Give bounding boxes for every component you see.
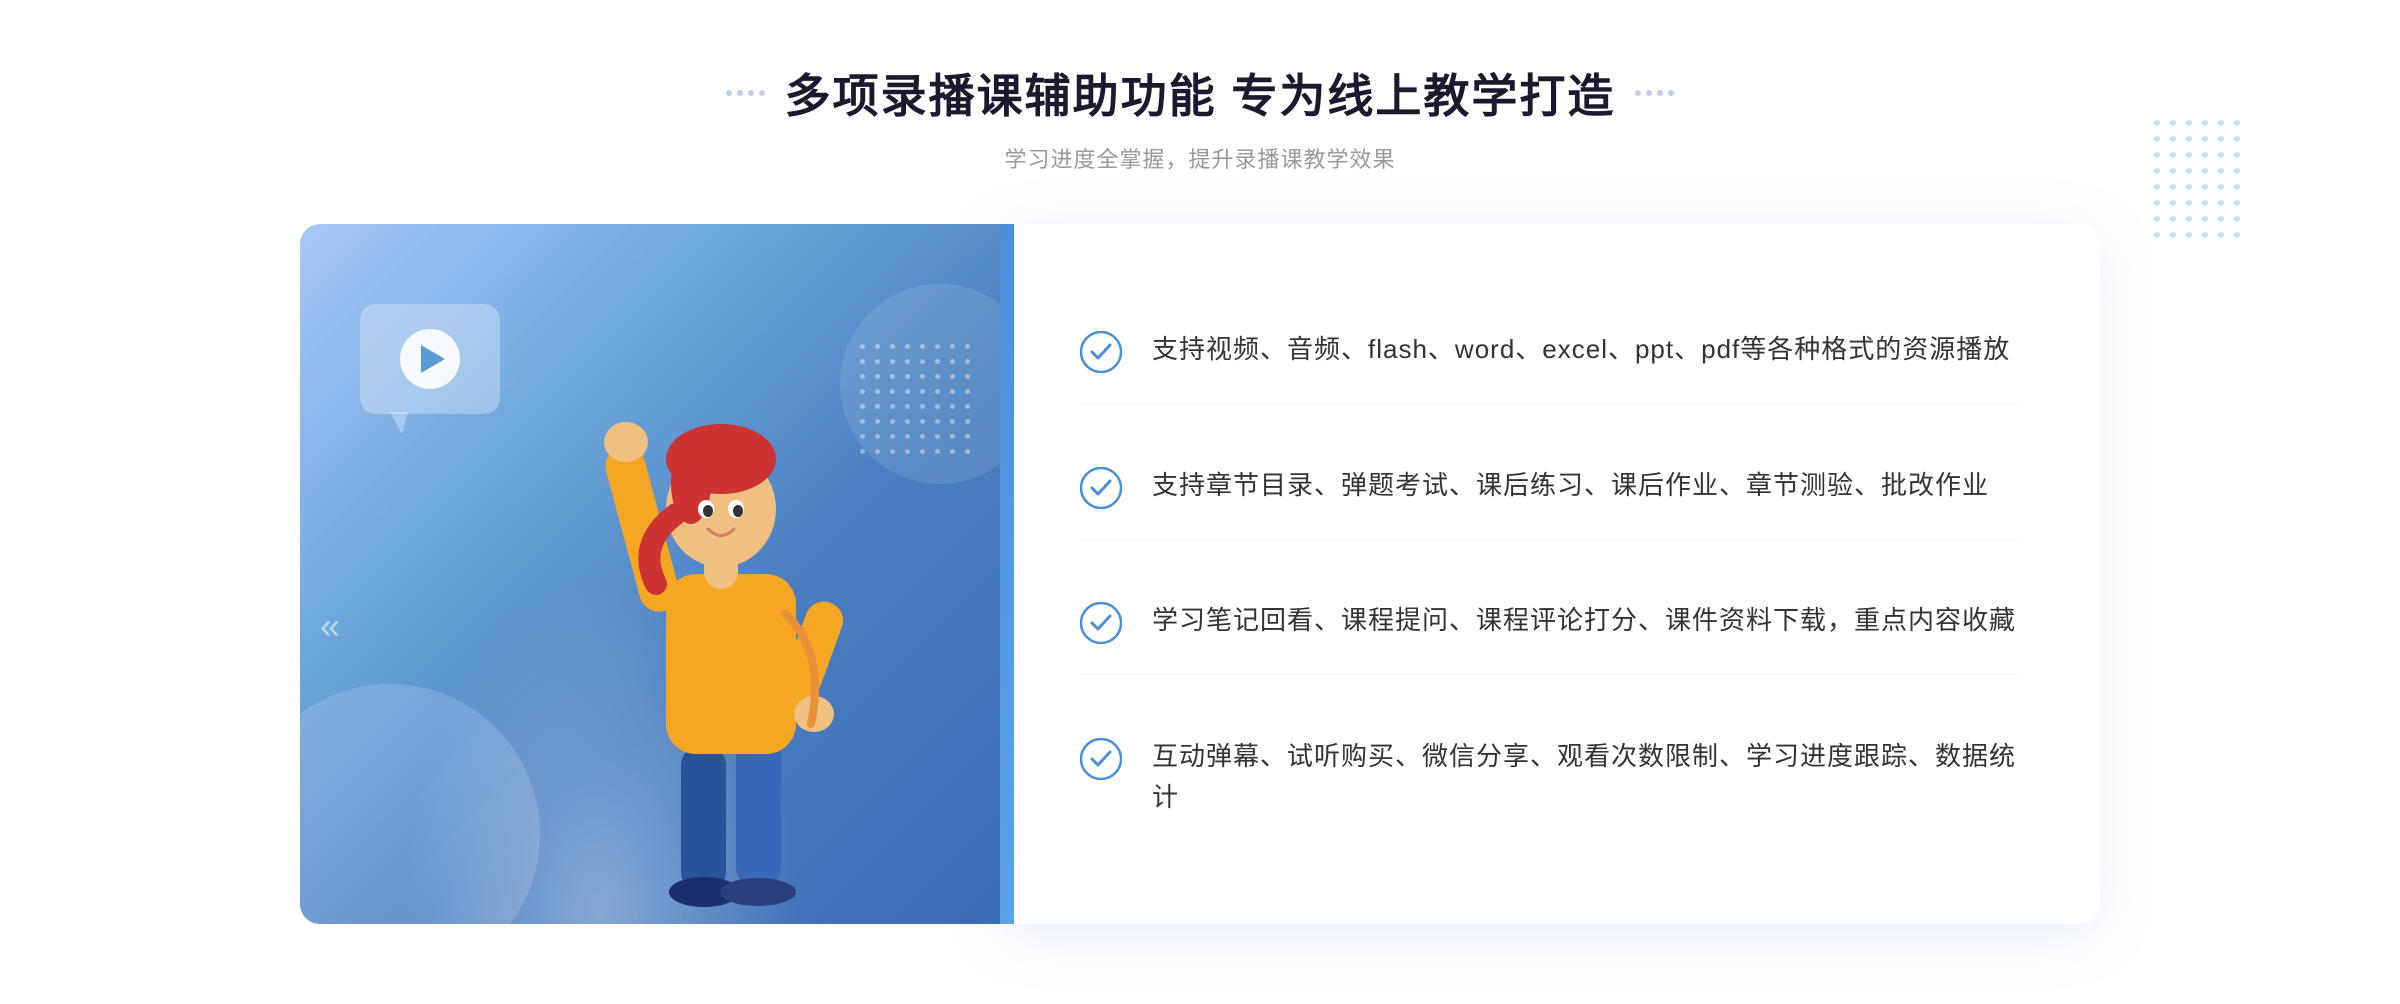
page-wrapper: (function() { const grid = document.quer… — [0, 0, 2400, 1004]
content-area: « (function() { const grid = document.qu… — [300, 224, 2100, 924]
feature-item-3: 学习笔记回看、课程提问、课程评论打分、课件资料下载，重点内容收藏 — [1080, 570, 2020, 675]
feature-text-4: 互动弹幕、试听购买、微信分享、观看次数限制、学习进度跟踪、数据统计 — [1152, 736, 2020, 819]
main-title: 多项录播课辅助功能 专为线上教学打造 — [785, 60, 1616, 126]
subtitle: 学习进度全掌握，提升录播课教学效果 — [1004, 142, 1395, 174]
play-icon — [400, 329, 460, 389]
check-icon-3 — [1080, 602, 1122, 644]
title-row: 多项录播课辅助功能 专为线上教学打造 — [726, 60, 1675, 126]
features-panel: 支持视频、音频、flash、word、excel、ppt、pdf等各种格式的资源… — [1000, 224, 2100, 924]
feature-item-4: 互动弹幕、试听购买、微信分享、观看次数限制、学习进度跟踪、数据统计 — [1080, 706, 2020, 849]
side-accent-bar — [1000, 224, 1014, 924]
title-dots-right — [1635, 90, 1674, 96]
play-triangle — [421, 345, 445, 373]
illus-chevron: « — [320, 608, 340, 644]
check-icon-2 — [1080, 467, 1122, 509]
feature-text-1: 支持视频、音频、flash、word、excel、ppt、pdf等各种格式的资源… — [1152, 329, 2010, 371]
check-icon-1 — [1080, 331, 1122, 373]
header-section: 多项录播课辅助功能 专为线上教学打造 学习进度全掌握，提升录播课教学效果 — [0, 60, 2400, 174]
title-dots-left — [726, 90, 765, 96]
check-icon-4 — [1080, 738, 1122, 780]
feature-text-3: 学习笔记回看、课程提问、课程评论打分、课件资料下载，重点内容收藏 — [1152, 600, 2016, 642]
feature-text-2: 支持章节目录、弹题考试、课后练习、课后作业、章节测验、批改作业 — [1152, 465, 1989, 507]
character-figure — [536, 344, 916, 924]
feature-item-2: 支持章节目录、弹题考试、课后练习、课后作业、章节测验、批改作业 — [1080, 435, 2020, 540]
illustration-panel: (function() { const grid = document.quer… — [300, 224, 1000, 924]
speech-bubble — [360, 304, 500, 414]
feature-item-1: 支持视频、音频、flash、word、excel、ppt、pdf等各种格式的资源… — [1080, 299, 2020, 404]
